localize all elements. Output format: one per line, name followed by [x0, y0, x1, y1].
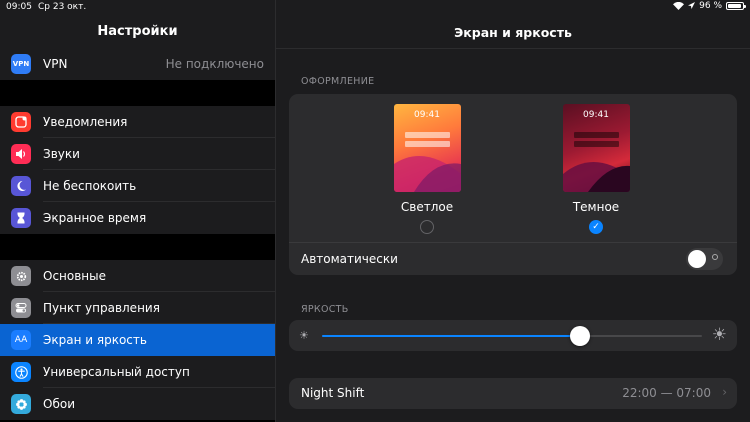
- detail-content: ОФОРМЛЕНИЕ 09:41 Светлое 09:41 Темное ✓ …: [276, 49, 750, 422]
- sidebar-item-label: Звуки: [43, 147, 80, 161]
- night-shift-schedule: 22:00 — 07:00: [622, 386, 711, 400]
- location-icon: [688, 2, 696, 9]
- sidebar-item-label: Пункт управления: [43, 301, 160, 315]
- preview-notification: [573, 141, 619, 147]
- theme-option-dark[interactable]: 09:41 Темное ✓: [561, 104, 631, 234]
- theme-label-light: Светлое: [400, 200, 454, 214]
- preview-notification: [404, 132, 450, 138]
- vpn-icon: VPN: [11, 54, 31, 74]
- brightness-section-label: ЯРКОСТЬ: [301, 304, 349, 315]
- preview-notification: [573, 132, 619, 138]
- sidebar-item-label: Основные: [43, 269, 107, 283]
- sidebar-item-screen-time[interactable]: Экранное время: [0, 202, 275, 234]
- preview-time: 09:41: [583, 110, 609, 120]
- bell-icon: [11, 112, 31, 132]
- text-size-icon: AA: [11, 330, 31, 350]
- dark-radio-checked[interactable]: ✓: [589, 220, 603, 234]
- night-shift-label: Night Shift: [301, 386, 365, 400]
- preview-notification: [404, 141, 450, 147]
- automatic-row: Автоматически: [289, 242, 737, 276]
- speaker-icon: [11, 144, 31, 164]
- sidebar-item-accessibility[interactable]: Универсальный доступ: [0, 356, 275, 388]
- status-date: Ср 23 окт.: [38, 2, 87, 12]
- accessibility-icon: [11, 362, 31, 382]
- sidebar-group-vpn: VPN VPN Не подключено: [0, 48, 275, 80]
- slider-knob[interactable]: [570, 326, 591, 346]
- sidebar-item-wallpaper[interactable]: Обои: [0, 388, 275, 420]
- sidebar-item-label: Универсальный доступ: [43, 365, 190, 379]
- sidebar-group-notifications: Уведомления Звуки Не беспокоить Экранное…: [0, 106, 275, 234]
- night-shift-row[interactable]: Night Shift 22:00 — 07:00 ›: [289, 378, 737, 409]
- toggles-icon: [11, 298, 31, 318]
- toggle-knob: [688, 250, 706, 268]
- brightness-low-icon: ☀: [299, 329, 309, 342]
- sidebar-title: Настройки: [97, 24, 178, 39]
- gear-icon: [11, 266, 31, 286]
- chevron-right-icon: ›: [722, 385, 727, 399]
- toggle-off-indicator: [712, 254, 718, 260]
- preview-time: 09:41: [414, 110, 440, 120]
- sidebar-item-label: Экран и яркость: [43, 333, 147, 347]
- sidebar-item-notifications[interactable]: Уведомления: [0, 106, 275, 138]
- sidebar-item-vpn[interactable]: VPN VPN Не подключено: [0, 48, 275, 80]
- battery-fill: [728, 4, 742, 8]
- light-theme-preview: 09:41: [393, 104, 461, 192]
- sidebar: Настройки VPN VPN Не подключено Уведомле…: [0, 0, 275, 422]
- sidebar-item-label: Уведомления: [43, 115, 128, 129]
- brightness-slider[interactable]: [322, 326, 702, 346]
- status-bar: 09:05 Ср 23 окт. 96 %: [0, 0, 750, 15]
- moon-icon: [11, 176, 31, 196]
- hourglass-icon: [11, 208, 31, 228]
- sidebar-item-display-brightness[interactable]: AA Экран и яркость: [0, 324, 275, 356]
- detail-pane: Экран и яркость ОФОРМЛЕНИЕ 09:41 Светлое…: [276, 0, 750, 422]
- sidebar-group-general: Основные Пункт управления AA Экран и ярк…: [0, 260, 275, 420]
- wifi-icon: [673, 2, 685, 10]
- slider-fill: [322, 335, 581, 337]
- sidebar-item-label: Обои: [43, 397, 75, 411]
- status-time: 09:05: [6, 2, 32, 12]
- sidebar-item-control-center[interactable]: Пункт управления: [0, 292, 275, 324]
- sidebar-item-label: Не беспокоить: [43, 179, 137, 193]
- flower-icon: [11, 394, 31, 414]
- vpn-status: Не подключено: [165, 57, 264, 71]
- light-radio[interactable]: [420, 220, 434, 234]
- automatic-toggle[interactable]: [686, 248, 723, 270]
- brightness-card: ☀ ☀: [289, 320, 737, 351]
- theme-label-dark: Темное: [572, 200, 620, 214]
- sidebar-item-sounds[interactable]: Звуки: [0, 138, 275, 170]
- battery-icon: [726, 2, 746, 10]
- sidebar-item-label: Экранное время: [43, 211, 147, 225]
- automatic-label: Автоматически: [301, 252, 398, 266]
- dark-theme-preview: 09:41: [562, 104, 630, 192]
- brightness-high-icon: ☀: [711, 325, 727, 345]
- sidebar-item-label: VPN: [43, 57, 68, 71]
- battery-percent: 96 %: [699, 1, 722, 11]
- appearance-section-label: ОФОРМЛЕНИЕ: [301, 76, 375, 87]
- status-right: 96 %: [673, 1, 746, 11]
- sidebar-item-do-not-disturb[interactable]: Не беспокоить: [0, 170, 275, 202]
- page-title: Экран и яркость: [454, 25, 572, 40]
- sidebar-item-general[interactable]: Основные: [0, 260, 275, 292]
- theme-option-light[interactable]: 09:41 Светлое: [392, 104, 462, 234]
- appearance-card: 09:41 Светлое 09:41 Темное ✓ Автоматичес…: [289, 94, 737, 275]
